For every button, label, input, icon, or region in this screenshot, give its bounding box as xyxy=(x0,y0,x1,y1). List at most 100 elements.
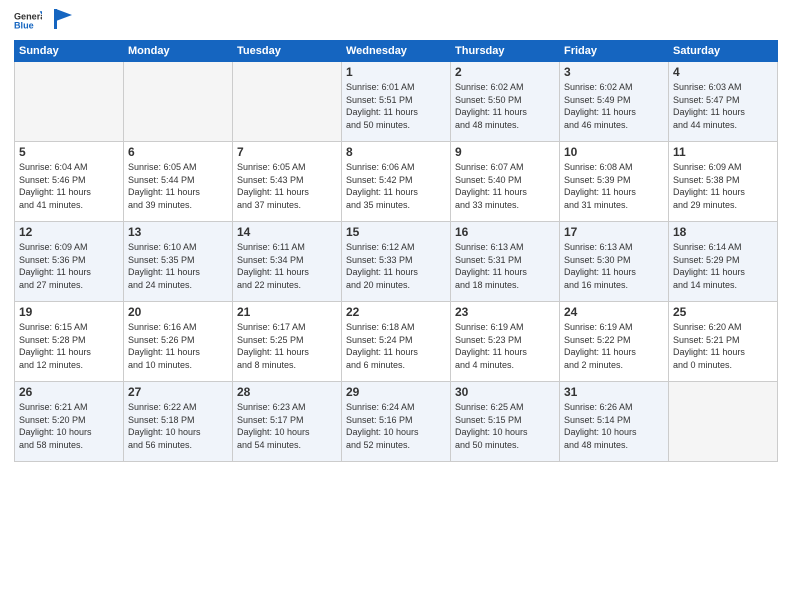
day-info: Sunrise: 6:09 AM Sunset: 5:36 PM Dayligh… xyxy=(19,241,119,291)
logo-flag-icon xyxy=(54,9,72,29)
day-number: 28 xyxy=(237,385,337,399)
day-info: Sunrise: 6:07 AM Sunset: 5:40 PM Dayligh… xyxy=(455,161,555,211)
day-number: 17 xyxy=(564,225,664,239)
day-info: Sunrise: 6:26 AM Sunset: 5:14 PM Dayligh… xyxy=(564,401,664,451)
table-row: 6Sunrise: 6:05 AM Sunset: 5:44 PM Daylig… xyxy=(124,142,233,222)
header: General Blue xyxy=(14,10,778,32)
calendar-week-row: 19 Sunrise: 6:15 AM Sunset: 5:28 PM Dayli… xyxy=(15,302,778,382)
day-number: 18 xyxy=(673,225,773,239)
table-row: 5Sunrise: 6:04 AM Sunset: 5:46 PM Daylig… xyxy=(15,142,124,222)
day-info: Sunrise: 6:24 AM Sunset: 5:16 PM Dayligh… xyxy=(346,401,446,451)
day-info: Sunrise: 6:12 AM Sunset: 5:33 PM Dayligh… xyxy=(346,241,446,291)
day-number: 2 xyxy=(455,65,555,79)
table-row: 20 Sunrise: 6:16 AM Sunset: 5:26 PM Dayli… xyxy=(124,302,233,382)
day-number: 22 xyxy=(346,305,446,319)
day-number: 6 xyxy=(128,145,228,159)
day-number: 7 xyxy=(237,145,337,159)
day-info: Sunrise: 6:13 AM Sunset: 5:30 PM Dayligh… xyxy=(564,241,664,291)
day-info: Sunrise: 6:09 AM Sunset: 5:38 PM Dayligh… xyxy=(673,161,773,211)
day-number: 31 xyxy=(564,385,664,399)
day-info: Sunrise: 6:10 AM Sunset: 5:35 PM Dayligh… xyxy=(128,241,228,291)
day-number: 29 xyxy=(346,385,446,399)
table-row: 1 Sunrise: 6:01 AM Sunset: 5:51 PM Daylig… xyxy=(342,62,451,142)
day-number: 4 xyxy=(673,65,773,79)
table-row: 19 Sunrise: 6:15 AM Sunset: 5:28 PM Dayli… xyxy=(15,302,124,382)
table-row xyxy=(233,62,342,142)
calendar-header-row: Sunday Monday Tuesday Wednesday Thursday… xyxy=(15,41,778,62)
day-info: Sunrise: 6:11 AM Sunset: 5:34 PM Dayligh… xyxy=(237,241,337,291)
day-info: Sunrise: 6:15 AM Sunset: 5:28 PM Dayligh… xyxy=(19,321,119,371)
day-info: Sunrise: 6:19 AM Sunset: 5:23 PM Dayligh… xyxy=(455,321,555,371)
day-number: 12 xyxy=(19,225,119,239)
table-row: 4 Sunrise: 6:03 AM Sunset: 5:47 PM Daylig… xyxy=(669,62,778,142)
day-number: 19 xyxy=(19,305,119,319)
day-number: 21 xyxy=(237,305,337,319)
table-row: 23 Sunrise: 6:19 AM Sunset: 5:23 PM Dayli… xyxy=(451,302,560,382)
table-row: 10 Sunrise: 6:08 AM Sunset: 5:39 PM Dayli… xyxy=(560,142,669,222)
svg-text:Blue: Blue xyxy=(14,21,34,31)
day-number: 8 xyxy=(346,145,446,159)
day-info: Sunrise: 6:14 AM Sunset: 5:29 PM Dayligh… xyxy=(673,241,773,291)
day-number: 15 xyxy=(346,225,446,239)
col-friday: Friday xyxy=(560,41,669,62)
table-row: 11 Sunrise: 6:09 AM Sunset: 5:38 PM Dayli… xyxy=(669,142,778,222)
table-row: 26 Sunrise: 6:21 AM Sunset: 5:20 PM Dayli… xyxy=(15,382,124,462)
day-number: 11 xyxy=(673,145,773,159)
col-saturday: Saturday xyxy=(669,41,778,62)
day-number: 10 xyxy=(564,145,664,159)
day-number: 13 xyxy=(128,225,228,239)
day-info: Sunrise: 6:21 AM Sunset: 5:20 PM Dayligh… xyxy=(19,401,119,451)
col-tuesday: Tuesday xyxy=(233,41,342,62)
day-info: Sunrise: 6:17 AM Sunset: 5:25 PM Dayligh… xyxy=(237,321,337,371)
table-row xyxy=(15,62,124,142)
table-row: 12 Sunrise: 6:09 AM Sunset: 5:36 PM Dayli… xyxy=(15,222,124,302)
col-thursday: Thursday xyxy=(451,41,560,62)
table-row: 18 Sunrise: 6:14 AM Sunset: 5:29 PM Dayli… xyxy=(669,222,778,302)
day-number: 3 xyxy=(564,65,664,79)
logo: General Blue xyxy=(14,10,72,32)
calendar-week-row: 5Sunrise: 6:04 AM Sunset: 5:46 PM Daylig… xyxy=(15,142,778,222)
day-info: Sunrise: 6:08 AM Sunset: 5:39 PM Dayligh… xyxy=(564,161,664,211)
col-sunday: Sunday xyxy=(15,41,124,62)
day-number: 24 xyxy=(564,305,664,319)
calendar-week-row: 26 Sunrise: 6:21 AM Sunset: 5:20 PM Dayli… xyxy=(15,382,778,462)
table-row: 3Sunrise: 6:02 AM Sunset: 5:49 PM Daylig… xyxy=(560,62,669,142)
table-row: 2 Sunrise: 6:02 AM Sunset: 5:50 PM Daylig… xyxy=(451,62,560,142)
page-container: General Blue Sunday Monday Tuesday xyxy=(0,0,792,612)
day-info: Sunrise: 6:23 AM Sunset: 5:17 PM Dayligh… xyxy=(237,401,337,451)
table-row: 15 Sunrise: 6:12 AM Sunset: 5:33 PM Dayli… xyxy=(342,222,451,302)
table-row: 8 Sunrise: 6:06 AM Sunset: 5:42 PM Daylig… xyxy=(342,142,451,222)
col-wednesday: Wednesday xyxy=(342,41,451,62)
table-row: 27 Sunrise: 6:22 AM Sunset: 5:18 PM Dayli… xyxy=(124,382,233,462)
day-info: Sunrise: 6:06 AM Sunset: 5:42 PM Dayligh… xyxy=(346,161,446,211)
day-number: 26 xyxy=(19,385,119,399)
table-row: 24 Sunrise: 6:19 AM Sunset: 5:22 PM Dayli… xyxy=(560,302,669,382)
day-number: 20 xyxy=(128,305,228,319)
day-info: Sunrise: 6:01 AM Sunset: 5:51 PM Dayligh… xyxy=(346,81,446,131)
day-number: 1 xyxy=(346,65,446,79)
calendar-table: Sunday Monday Tuesday Wednesday Thursday… xyxy=(14,40,778,462)
day-info: Sunrise: 6:20 AM Sunset: 5:21 PM Dayligh… xyxy=(673,321,773,371)
day-info: Sunrise: 6:19 AM Sunset: 5:22 PM Dayligh… xyxy=(564,321,664,371)
table-row: 22 Sunrise: 6:18 AM Sunset: 5:24 PM Dayli… xyxy=(342,302,451,382)
day-info: Sunrise: 6:02 AM Sunset: 5:50 PM Dayligh… xyxy=(455,81,555,131)
day-number: 5 xyxy=(19,145,119,159)
table-row xyxy=(124,62,233,142)
day-info: Sunrise: 6:03 AM Sunset: 5:47 PM Dayligh… xyxy=(673,81,773,131)
day-info: Sunrise: 6:22 AM Sunset: 5:18 PM Dayligh… xyxy=(128,401,228,451)
day-info: Sunrise: 6:18 AM Sunset: 5:24 PM Dayligh… xyxy=(346,321,446,371)
day-info: Sunrise: 6:16 AM Sunset: 5:26 PM Dayligh… xyxy=(128,321,228,371)
logo-icon: General Blue xyxy=(14,10,42,32)
day-number: 23 xyxy=(455,305,555,319)
day-number: 27 xyxy=(128,385,228,399)
table-row xyxy=(669,382,778,462)
table-row: 21 Sunrise: 6:17 AM Sunset: 5:25 PM Dayli… xyxy=(233,302,342,382)
table-row: 7Sunrise: 6:05 AM Sunset: 5:43 PM Daylig… xyxy=(233,142,342,222)
table-row: 13 Sunrise: 6:10 AM Sunset: 5:35 PM Dayli… xyxy=(124,222,233,302)
col-monday: Monday xyxy=(124,41,233,62)
table-row: 17 Sunrise: 6:13 AM Sunset: 5:30 PM Dayli… xyxy=(560,222,669,302)
table-row: 28 Sunrise: 6:23 AM Sunset: 5:17 PM Dayli… xyxy=(233,382,342,462)
day-number: 14 xyxy=(237,225,337,239)
day-number: 16 xyxy=(455,225,555,239)
day-info: Sunrise: 6:25 AM Sunset: 5:15 PM Dayligh… xyxy=(455,401,555,451)
